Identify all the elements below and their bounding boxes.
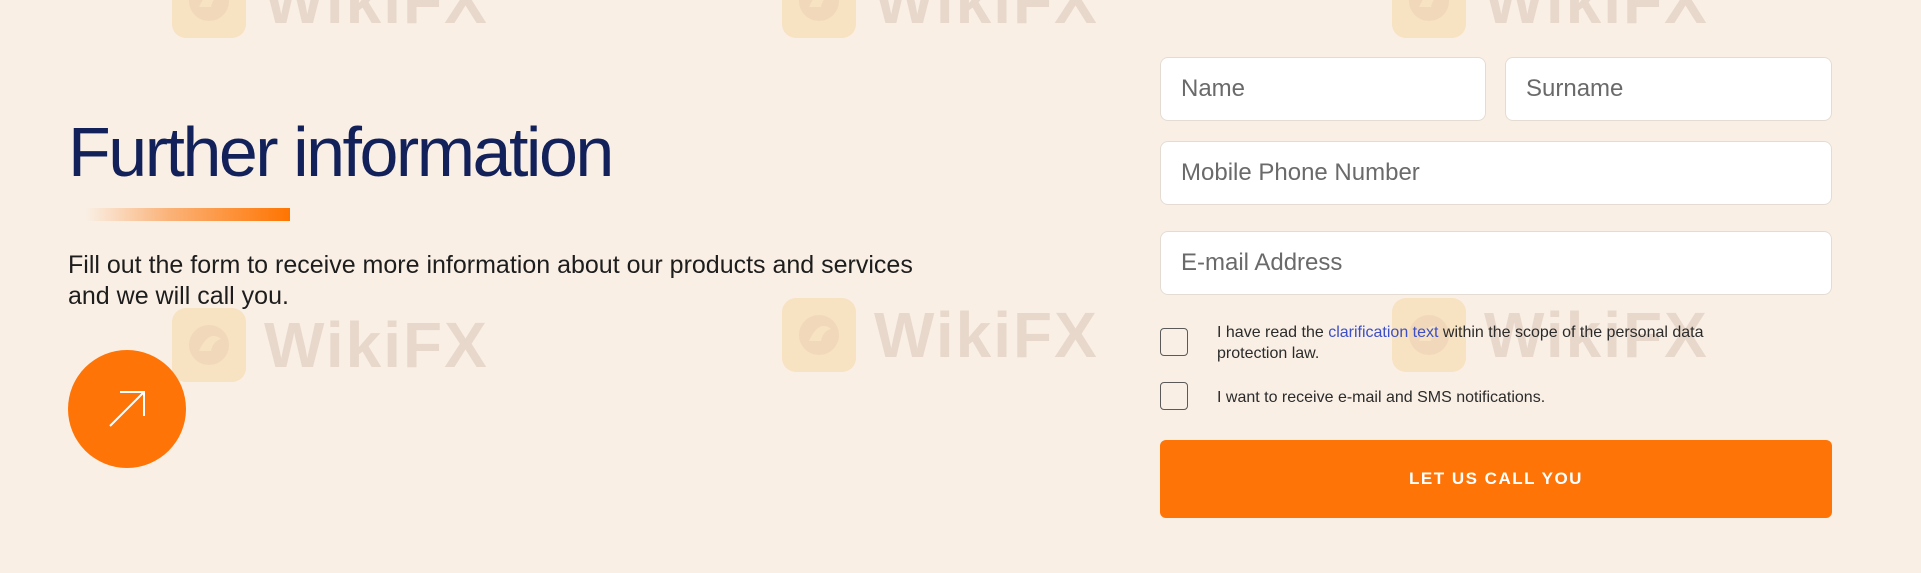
surname-input[interactable] xyxy=(1505,57,1832,121)
arrow-button[interactable] xyxy=(68,350,186,468)
watermark: WikiFX xyxy=(1392,0,1709,38)
notifications-label: I want to receive e-mail and SMS notific… xyxy=(1217,389,1546,406)
arrow-up-right-icon xyxy=(109,391,145,427)
name-input[interactable] xyxy=(1160,57,1486,121)
phone-input[interactable] xyxy=(1160,141,1832,205)
consent-prefix: I have read the xyxy=(1217,324,1329,341)
consent-label: I have read the clarification text withi… xyxy=(1217,322,1777,364)
clarification-text-link[interactable]: clarification text xyxy=(1328,324,1438,341)
watermark-text: WikiFX xyxy=(1484,0,1709,37)
section-description: Fill out the form to receive more inform… xyxy=(68,251,913,310)
info-section: Further information Fill out the form to… xyxy=(68,0,968,573)
page-title: Further information xyxy=(68,113,614,191)
email-input[interactable] xyxy=(1160,231,1832,295)
eagle-logo-icon xyxy=(1392,0,1466,38)
notifications-checkbox[interactable] xyxy=(1160,382,1188,410)
consent-checkbox[interactable] xyxy=(1160,328,1188,356)
call-me-button[interactable]: LET US CALL YOU xyxy=(1160,440,1832,518)
title-underline xyxy=(86,208,290,221)
